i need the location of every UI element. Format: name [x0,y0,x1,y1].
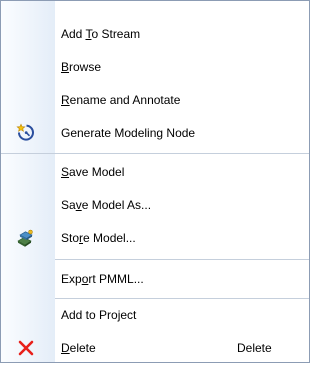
menu-item-label: Rename and Annotate [61,93,181,107]
menu-item-store-model[interactable]: Store Model... [1,223,309,253]
context-menu: Add To Stream Browse Rename and Annotate… [0,0,310,363]
menu-item-label: Generate Modeling Node [61,126,196,140]
menu-item-label: Store Model... [61,231,136,245]
menu-item-label: Delete [61,341,96,355]
menu-item-label: Browse [61,60,102,74]
delete-x-icon [16,338,36,358]
menu-item-export-pmml[interactable]: Export PMML... [1,264,309,294]
menu-separator [55,259,309,260]
menu-item-generate-modeling-node[interactable]: Generate Modeling Node [1,118,309,148]
menu-item-shortcut: Delete [237,341,272,355]
store-model-icon [16,228,36,248]
menu-item-save-model[interactable]: Save Model [1,157,309,187]
menu-item-delete[interactable]: Delete Delete [1,333,309,362]
menu-item-label: Save Model As... [61,198,152,212]
menu-item-browse[interactable]: Browse [1,52,309,82]
menu-item-add-to-project[interactable]: Add to Project [1,300,309,330]
menu-item-label: Export PMML... [61,272,144,286]
menu-item-save-model-as[interactable]: Save Model As... [1,190,309,220]
menu-separator [1,153,309,154]
menu-item-label: Save Model [61,165,125,179]
menu-separator [55,298,309,299]
menu-item-label: Add to Project [61,308,137,322]
menu-item-label: Add To Stream [61,27,141,41]
menu-item-rename-and-annotate[interactable]: Rename and Annotate [1,85,309,115]
generate-node-icon [16,123,36,143]
menu-item-add-to-stream[interactable]: Add To Stream [1,19,309,49]
